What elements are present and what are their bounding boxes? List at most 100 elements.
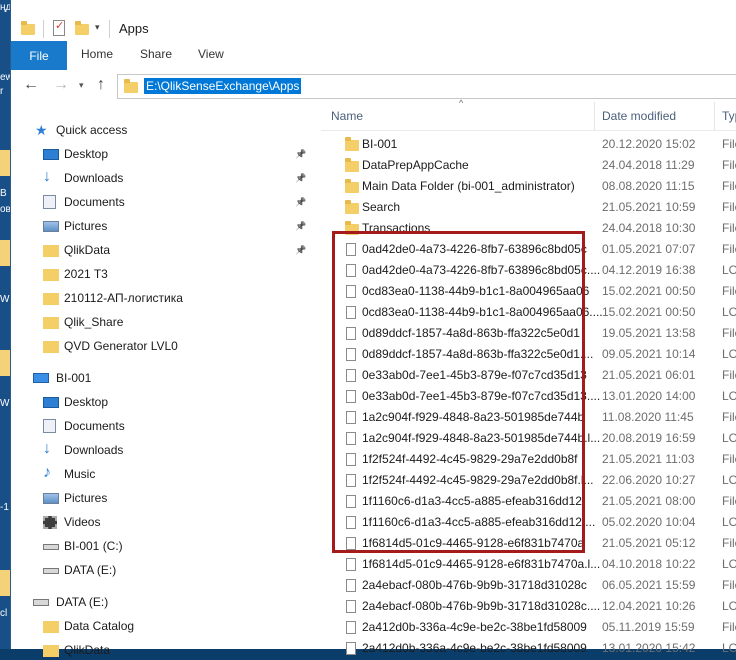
folder-row[interactable]: DataPrepAppCache 24.04.2018 11:29 File f [321, 155, 736, 176]
desktop-label: -1 [0, 502, 9, 513]
file-date: 21.05.2021 08:00 [602, 494, 696, 508]
file-row[interactable]: 0d89ddcf-1857-4a8d-863b-ffa322c5e0d1 19.0… [321, 323, 736, 344]
file-type: File [722, 410, 736, 424]
divider [109, 20, 110, 38]
file-icon [346, 600, 356, 613]
nav-label: Documents [64, 195, 125, 209]
file-type: LOCI [722, 305, 736, 319]
file-row[interactable]: 2a4ebacf-080b-476b-9b9b-31718d31028c....… [321, 596, 736, 617]
tab-home[interactable]: Home [81, 47, 113, 61]
file-name: 1f6814d5-01c9-4465-9128-e6f831b7470a.l..… [362, 557, 601, 571]
file-type: File [722, 578, 736, 592]
tab-file[interactable]: File [11, 41, 67, 70]
folder-row[interactable]: Transactions 24.04.2018 10:30 File f [321, 218, 736, 239]
new-folder-icon[interactable] [75, 21, 89, 35]
file-name: 0d89ddcf-1857-4a8d-863b-ffa322c5e0d1.... [362, 347, 594, 361]
forward-arrow-icon[interactable]: → [53, 76, 69, 94]
file-row[interactable]: 2a4ebacf-080b-476b-9b9b-31718d31028c 06.0… [321, 575, 736, 596]
nav-label: QlikData [64, 243, 111, 257]
properties-icon[interactable]: ✓ [53, 20, 65, 36]
pin-icon[interactable]: 📌 [295, 192, 306, 212]
file-name: 0e33ab0d-7ee1-45b3-879e-f07c7cd35d13 [362, 368, 587, 382]
address-bar[interactable]: E:\QlikSenseExchange\Apps [117, 74, 736, 99]
folder-row[interactable]: BI-001 20.12.2020 15:02 File f [321, 134, 736, 155]
desktop-label: r [0, 86, 4, 97]
folder-icon [43, 317, 59, 329]
file-date: 22.06.2020 10:27 [602, 473, 696, 487]
nav-label: Downloads [64, 443, 124, 457]
file-name: 1f1160c6-d1a3-4cc5-a885-efeab316dd12.... [362, 515, 596, 529]
file-row[interactable]: 0e33ab0d-7ee1-45b3-879e-f07c7cd35d13....… [321, 386, 736, 407]
folder-icon [345, 200, 359, 214]
file-type: File [722, 452, 736, 466]
file-icon [346, 327, 356, 340]
column-type[interactable]: Type [722, 109, 736, 123]
folder-icon [43, 621, 59, 633]
back-arrow-icon[interactable]: ← [23, 76, 39, 94]
file-icon [346, 243, 356, 256]
downloads-icon: ↓ [43, 168, 51, 185]
file-row[interactable]: 1f1160c6-d1a3-4cc5-a885-efeab316dd12 21.0… [321, 491, 736, 512]
file-row[interactable]: 1f1160c6-d1a3-4cc5-a885-efeab316dd12....… [321, 512, 736, 533]
file-row[interactable]: 1f6814d5-01c9-4465-9128-e6f831b7470a 21.0… [321, 533, 736, 554]
file-date: 24.04.2018 11:29 [602, 158, 695, 172]
file-name: 1a2c904f-f929-4848-8a23-501985de744b [362, 410, 585, 424]
file-name: 0ad42de0-4a73-4226-8fb7-63896c8bd05c [362, 242, 587, 256]
file-row[interactable]: 1a2c904f-f929-4848-8a23-501985de744b 11.0… [321, 407, 736, 428]
videos-icon [43, 516, 57, 529]
file-row[interactable]: 0cd83ea0-1138-44b9-b1c1-8a004965aa06 15.0… [321, 281, 736, 302]
file-row[interactable]: 1f2f524f-4492-4c45-9829-29a7e2dd0b8f.l..… [321, 470, 736, 491]
file-type: File [722, 536, 736, 550]
file-date: 21.05.2021 11:03 [602, 452, 695, 466]
address-path[interactable]: E:\QlikSenseExchange\Apps [144, 78, 302, 94]
column-separator[interactable] [714, 102, 715, 130]
column-name[interactable]: Name [331, 109, 363, 123]
file-name: 0cd83ea0-1138-44b9-b1c1-8a004965aa06.... [362, 305, 603, 319]
ribbon-tabs: File Home Share View [11, 41, 736, 71]
file-type: LOCI [722, 515, 736, 529]
drive-icon [43, 568, 59, 574]
tab-share[interactable]: Share [140, 47, 172, 61]
file-name: Main Data Folder (bi-001_administrator) [362, 179, 575, 193]
pin-icon[interactable]: 📌 [295, 144, 306, 164]
file-row[interactable]: 0ad42de0-4a73-4226-8fb7-63896c8bd05c....… [321, 260, 736, 281]
file-name: 0cd83ea0-1138-44b9-b1c1-8a004965aa06 [362, 284, 590, 298]
file-date: 20.08.2019 16:59 [602, 431, 696, 445]
folder-row[interactable]: Main Data Folder (bi-001_administrator) 0… [321, 176, 736, 197]
file-type: File [722, 368, 736, 382]
folder-row[interactable]: Search 21.05.2021 10:59 File f [321, 197, 736, 218]
desktop-label: W [0, 294, 10, 305]
pin-icon[interactable]: 📌 [295, 168, 306, 188]
file-icon [346, 411, 356, 424]
folder-icon [43, 269, 59, 281]
documents-icon [43, 419, 56, 433]
file-row[interactable]: 0d89ddcf-1857-4a8d-863b-ffa322c5e0d1....… [321, 344, 736, 365]
file-date: 15.02.2021 00:50 [602, 305, 696, 319]
file-date: 08.08.2020 11:15 [602, 179, 695, 193]
file-date: 01.05.2021 07:07 [602, 242, 696, 256]
file-row[interactable]: 0ad42de0-4a73-4226-8fb7-63896c8bd05c 01.0… [321, 239, 736, 260]
file-name: 1f1160c6-d1a3-4cc5-a885-efeab316dd12 [362, 494, 582, 508]
file-row[interactable]: 2a412d0b-336a-4c9e-be2c-38be1fd58009 05.1… [321, 617, 736, 638]
file-icon [346, 285, 356, 298]
file-row[interactable]: 0cd83ea0-1138-44b9-b1c1-8a004965aa06....… [321, 302, 736, 323]
pin-icon[interactable]: 📌 [295, 240, 306, 260]
column-separator[interactable] [594, 102, 595, 130]
nav-label: QVD Generator LVL0 [64, 339, 178, 353]
up-arrow-icon[interactable]: ↑ [97, 76, 105, 94]
column-date-modified[interactable]: Date modified [602, 109, 676, 123]
file-date: 04.12.2019 16:38 [602, 263, 696, 277]
pin-icon[interactable]: 📌 [295, 216, 306, 236]
file-row[interactable]: 1a2c904f-f929-4848-8a23-501985de744b.l..… [321, 428, 736, 449]
tab-view[interactable]: View [198, 47, 224, 61]
customize-toolbar-icon[interactable]: ▾ [95, 22, 100, 33]
file-row[interactable]: 1f2f524f-4492-4c45-9829-29a7e2dd0b8f 21.0… [321, 449, 736, 470]
file-row[interactable]: 0e33ab0d-7ee1-45b3-879e-f07c7cd35d13 21.0… [321, 365, 736, 386]
file-icon [346, 537, 356, 550]
downloads-icon: ↓ [43, 440, 51, 457]
pictures-icon [43, 221, 59, 232]
desktop-label: B [0, 188, 7, 199]
file-row[interactable]: 1f6814d5-01c9-4465-9128-e6f831b7470a.l..… [321, 554, 736, 575]
file-date: 05.11.2019 15:59 [602, 620, 695, 634]
recent-locations-icon[interactable]: ▾ [79, 80, 84, 91]
